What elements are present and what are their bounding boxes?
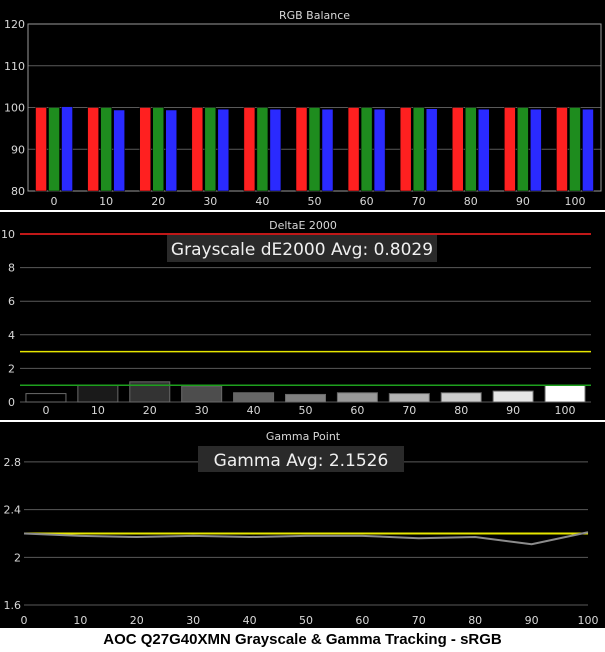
deltae-average-annotation: Grayscale dE2000 Avg: 0.8029 <box>171 240 433 260</box>
deltae-bar-90 <box>492 390 534 403</box>
gamma-x-tick-90: 90 <box>525 614 539 627</box>
rgb-bar-blue-90 <box>530 108 542 192</box>
grayscale-gamma-figure: RGB Balance80901001101200 10 20 30 40 50 60 70 8… <box>0 0 605 628</box>
rgb-x-tick-20: 20 <box>151 195 165 208</box>
rgb-x-tick-50: 50 <box>308 195 322 208</box>
rgb-bar-red-40 <box>243 107 256 192</box>
rgb-bar-red-50 <box>295 107 308 192</box>
deltae-x-tick-20: 20 <box>143 404 157 417</box>
deltae-bar-50 <box>285 393 326 403</box>
rgb-bar-blue-50 <box>321 108 334 192</box>
rgb-x-tick-80: 80 <box>464 195 478 208</box>
deltae-x-tick-80: 80 <box>454 404 468 417</box>
rgb-bar-green-30 <box>204 107 217 192</box>
rgb-bar-blue-70 <box>425 108 438 192</box>
deltae-x-tick-0: 0 <box>42 404 49 417</box>
rgb-bar-green-80 <box>465 107 477 192</box>
figure-caption: AOC Q27G40XMN Grayscale & Gamma Tracking… <box>103 631 502 648</box>
deltae-bar-0 <box>25 393 67 403</box>
deltae-x-tick-60: 60 <box>350 404 364 417</box>
deltae-title: DeltaE 2000 <box>269 219 337 232</box>
deltae-bar-60 <box>336 392 378 403</box>
rgb-bar-red-0 <box>35 107 47 192</box>
rgb-x-tick-90: 90 <box>516 195 530 208</box>
rgb-bar-blue-0 <box>61 106 73 192</box>
gamma-x-tick-10: 10 <box>73 614 87 627</box>
rgb-y-tick-110: 110 <box>4 60 25 73</box>
rgb-y-tick-90: 90 <box>11 143 25 156</box>
rgb-bar-blue-60 <box>373 108 386 192</box>
gamma-x-tick-50: 50 <box>299 614 313 627</box>
rgb-bar-red-90 <box>504 107 516 192</box>
deltae-bar-10 <box>77 384 119 403</box>
deltae-x-tick-10: 10 <box>91 404 105 417</box>
rgb-y-tick-120: 120 <box>4 18 25 31</box>
deltae-x-tick-70: 70 <box>402 404 416 417</box>
gamma-x-tick-0: 0 <box>21 614 28 627</box>
rgb-bar-blue-80 <box>478 108 490 192</box>
deltae-y-tick-2: 2 <box>8 362 15 375</box>
deltae-y-tick-0: 0 <box>8 396 15 409</box>
rgb-bar-green-0 <box>48 107 60 192</box>
rgb-bar-red-70 <box>399 107 412 192</box>
rgb-bar-red-80 <box>452 107 464 192</box>
gamma-x-tick-20: 20 <box>130 614 144 627</box>
deltae-y-tick-10: 10 <box>1 228 15 241</box>
gamma-y-tick-2: 2 <box>14 551 21 564</box>
gamma-average-annotation: Gamma Avg: 2.1526 <box>214 451 389 471</box>
rgb-bar-green-40 <box>256 107 269 192</box>
deltae-x-tick-50: 50 <box>299 404 313 417</box>
deltae-x-tick-100: 100 <box>555 404 576 417</box>
deltae-y-tick-4: 4 <box>8 329 15 342</box>
deltae-y-tick-6: 6 <box>8 295 15 308</box>
rgb-bar-red-60 <box>347 107 360 192</box>
rgb-x-tick-60: 60 <box>360 195 374 208</box>
gamma-x-tick-80: 80 <box>468 614 482 627</box>
deltae-bar-80 <box>440 392 482 403</box>
rgb-bar-blue-100 <box>582 108 594 192</box>
rgb-bar-green-70 <box>412 107 425 192</box>
rgb-bar-blue-20 <box>165 109 177 192</box>
rgb-bar-red-10 <box>87 107 99 192</box>
gamma-y-tick-2.8: 2.8 <box>4 456 22 469</box>
rgb-bar-green-10 <box>100 107 112 192</box>
deltae-x-tick-40: 40 <box>247 404 261 417</box>
deltae-bar-100 <box>544 384 586 403</box>
deltae-y-tick-8: 8 <box>8 262 15 275</box>
rgb-bar-green-50 <box>308 107 321 192</box>
rgb-x-tick-30: 30 <box>203 195 217 208</box>
rgb-bar-red-100 <box>556 107 568 192</box>
deltae-bar-40 <box>233 392 275 403</box>
rgb-bar-red-30 <box>191 107 204 192</box>
rgb-x-tick-10: 10 <box>99 195 113 208</box>
gamma-x-tick-60: 60 <box>355 614 369 627</box>
deltae-x-tick-30: 30 <box>195 404 209 417</box>
rgb-bar-blue-30 <box>217 108 230 192</box>
gamma-x-tick-40: 40 <box>243 614 257 627</box>
deltae-bar-70 <box>388 393 430 403</box>
rgb-balance-title: RGB Balance <box>279 9 350 22</box>
gamma-y-tick-1.6: 1.6 <box>4 599 22 612</box>
rgb-x-tick-100: 100 <box>564 195 585 208</box>
gamma-title: Gamma Point <box>266 430 341 443</box>
rgb-y-tick-80: 80 <box>11 185 25 198</box>
deltae-x-tick-90: 90 <box>506 404 520 417</box>
gamma-x-tick-100: 100 <box>578 614 599 627</box>
gamma-x-tick-70: 70 <box>412 614 426 627</box>
rgb-bar-green-60 <box>360 107 373 192</box>
rgb-x-tick-40: 40 <box>255 195 269 208</box>
rgb-x-tick-70: 70 <box>412 195 426 208</box>
rgb-x-tick-0: 0 <box>51 195 58 208</box>
rgb-bar-red-20 <box>139 107 151 192</box>
deltae-bar-30 <box>181 385 223 403</box>
rgb-bar-blue-10 <box>113 109 125 192</box>
rgb-bar-green-90 <box>517 107 529 192</box>
rgb-y-tick-100: 100 <box>4 102 25 115</box>
gamma-x-tick-30: 30 <box>186 614 200 627</box>
rgb-bar-blue-40 <box>269 108 282 192</box>
rgb-bar-green-100 <box>569 107 581 192</box>
gamma-y-tick-2.4: 2.4 <box>4 504 22 517</box>
rgb-bar-green-20 <box>152 107 164 192</box>
